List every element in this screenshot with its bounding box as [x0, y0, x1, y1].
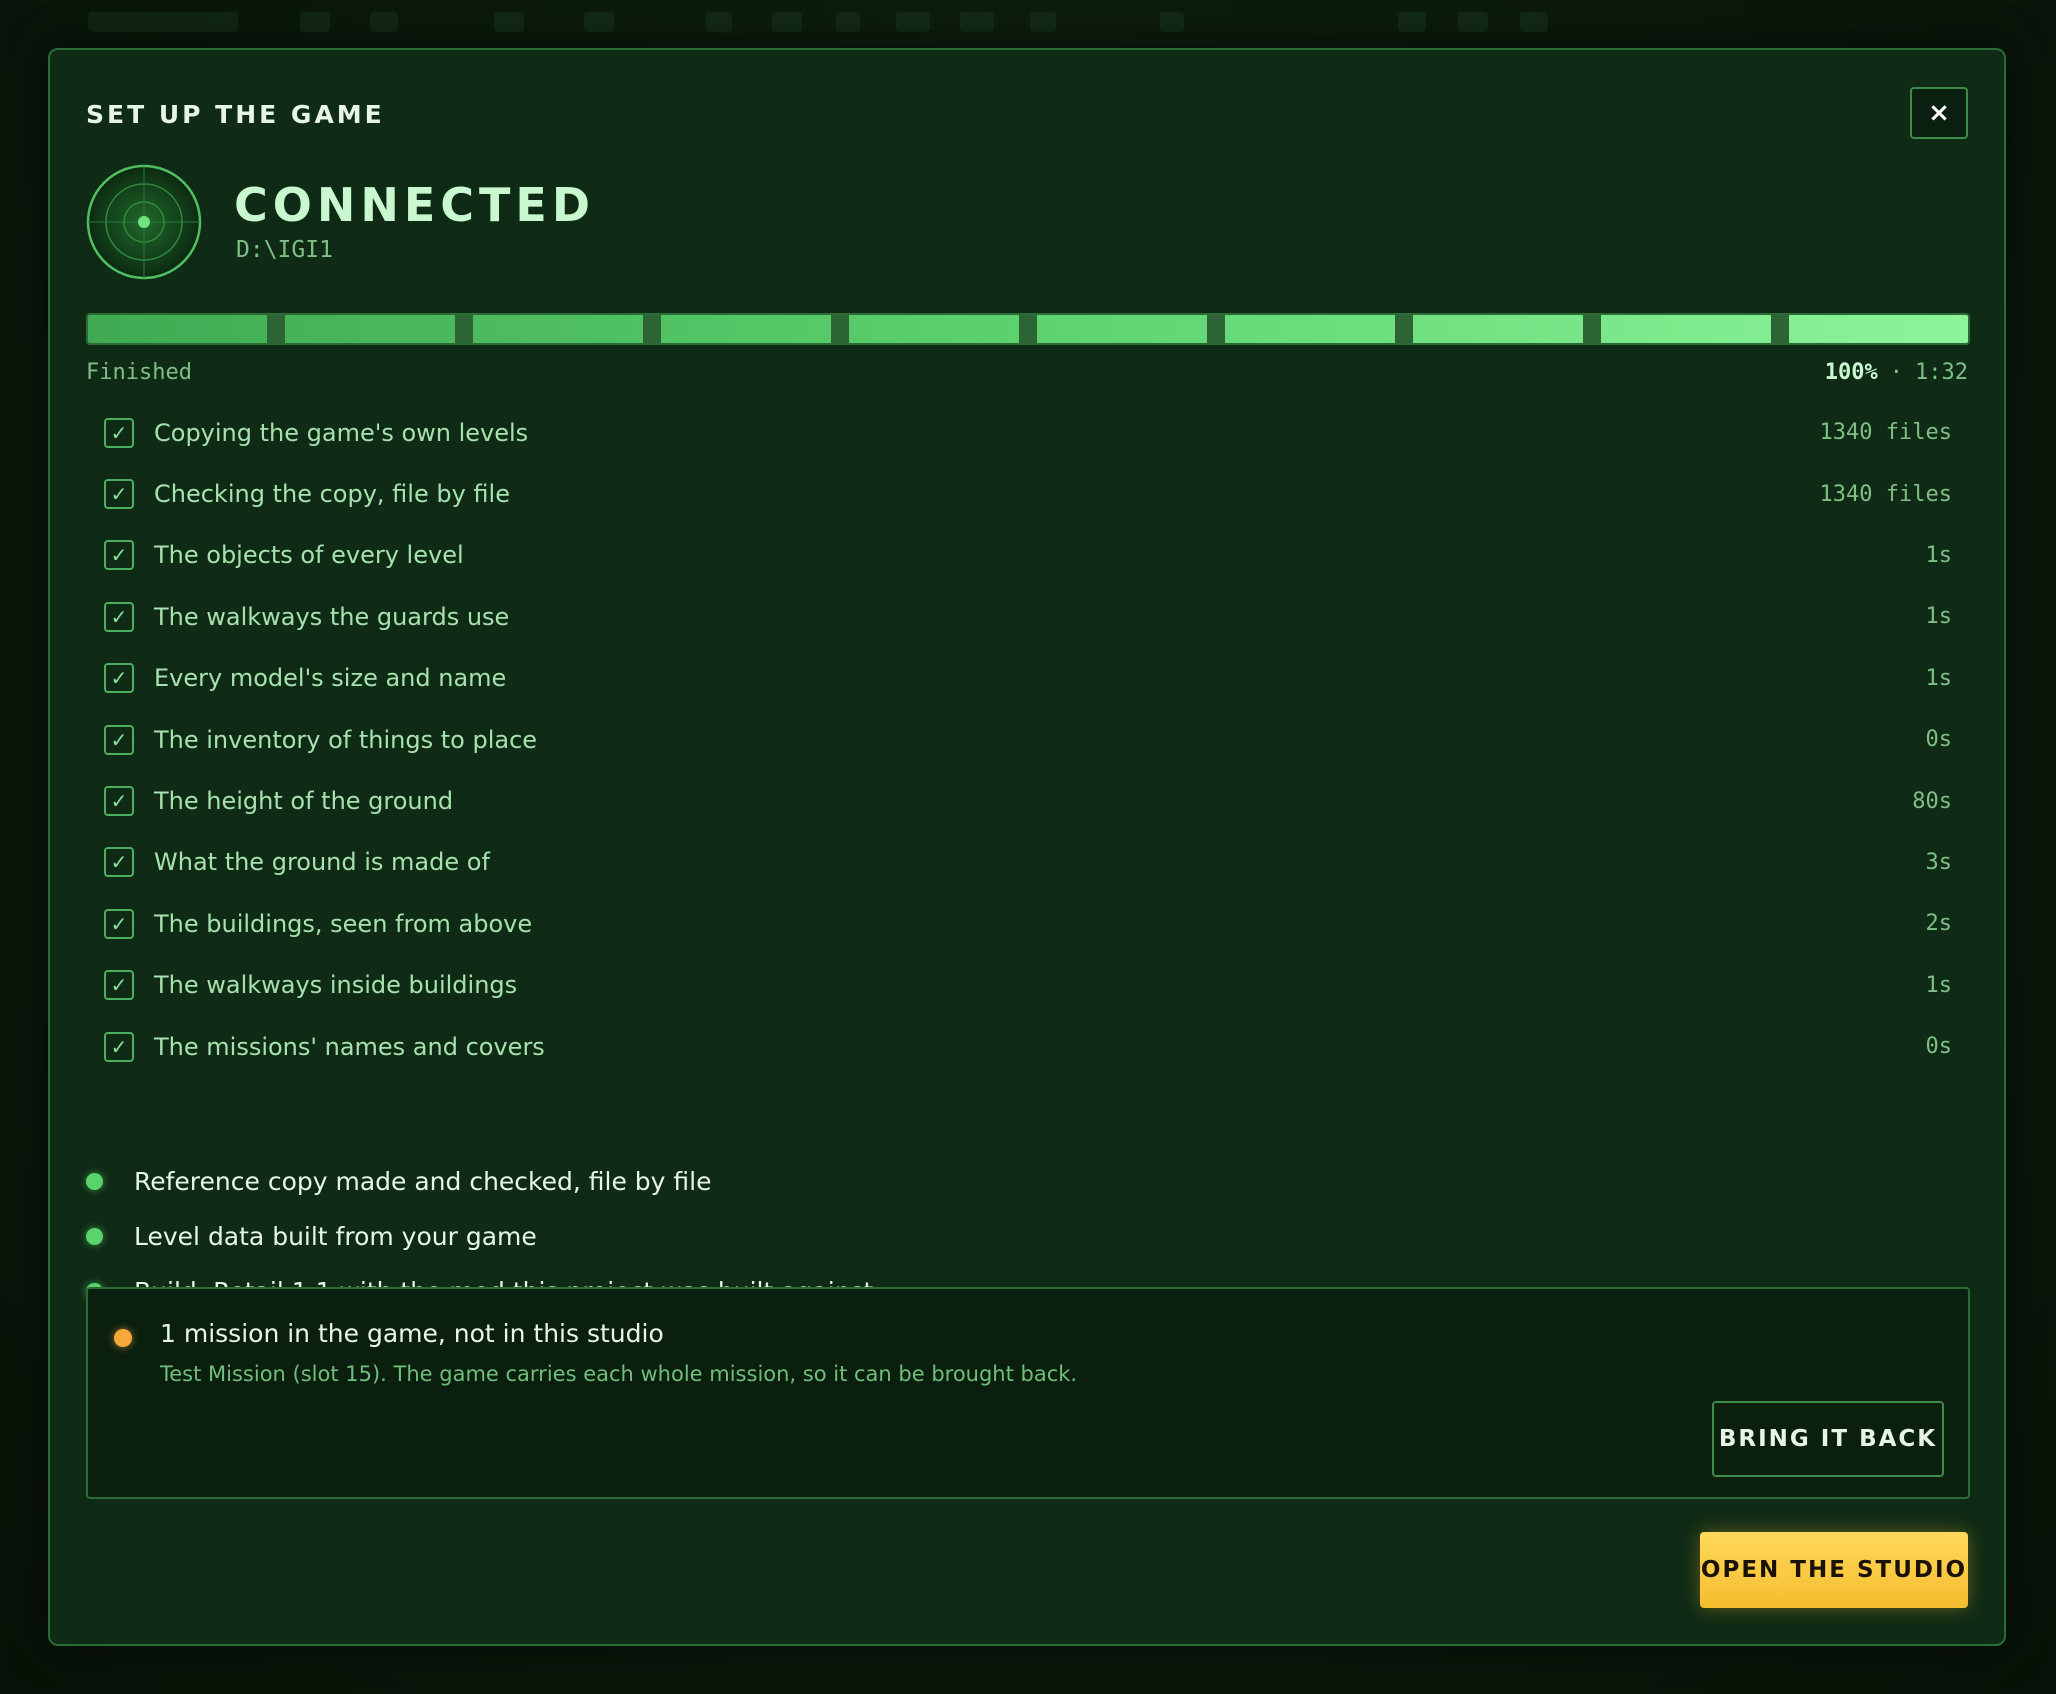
notice-title: 1 mission in the game, not in this studi…	[160, 1319, 664, 1348]
step-item: ✓ The objects of every level 1s	[86, 525, 1952, 586]
step-item: ✓ The walkways the guards use 1s	[86, 586, 1952, 647]
progress-segment-gap	[455, 315, 473, 343]
summary-text: Reference copy made and checked, file by…	[134, 1167, 712, 1196]
open-studio-button[interactable]: OPEN THE STUDIO	[1700, 1532, 1968, 1608]
step-item: ✓ Checking the copy, file by file 1340 f…	[86, 463, 1952, 524]
step-label: The missions' names and covers	[154, 1032, 545, 1061]
step-value: 3s	[1925, 849, 1953, 875]
radar-icon	[86, 164, 202, 280]
game-path: D:\IGI1	[236, 237, 333, 263]
toolbar-item	[960, 12, 994, 32]
toolbar-item	[772, 12, 802, 32]
toolbar-item	[1458, 12, 1488, 32]
connection-status: CONNECTED	[234, 178, 596, 232]
status-dot-icon	[86, 1228, 103, 1245]
toolbar-item	[1398, 12, 1426, 32]
step-label: The walkways inside buildings	[154, 971, 518, 1000]
close-button[interactable]: ×	[1910, 87, 1968, 139]
step-item: ✓ The height of the ground 80s	[86, 770, 1952, 831]
missing-mission-notice: 1 mission in the game, not in this studi…	[86, 1287, 1970, 1499]
checkbox-checked-icon: ✓	[104, 970, 134, 1001]
progress-percent: 100%	[1824, 360, 1878, 385]
warning-dot-icon	[114, 1329, 132, 1347]
step-value: 1340 files	[1819, 481, 1952, 507]
checkbox-checked-icon: ✓	[104, 479, 134, 510]
checkbox-checked-icon: ✓	[104, 908, 134, 939]
toolbar-item	[584, 12, 614, 32]
step-item: ✓ Every model's size and name 1s	[86, 648, 1952, 709]
step-value: 80s	[1912, 788, 1952, 814]
step-label: The objects of every level	[154, 541, 464, 570]
progress-bar	[86, 313, 1970, 345]
setup-game-dialog: SET UP THE GAME × CONNECTED D:\IGI1 Fini…	[48, 48, 2006, 1646]
summary-text: Level data built from your game	[134, 1222, 537, 1251]
step-item: ✓ What the ground is made of 3s	[86, 832, 1952, 893]
checkbox-checked-icon: ✓	[104, 417, 134, 448]
checkbox-checked-icon: ✓	[104, 1031, 134, 1062]
checkbox-checked-icon: ✓	[104, 663, 134, 694]
progress-segment-gap	[1771, 315, 1789, 343]
step-label: Copying the game's own levels	[154, 418, 529, 447]
checkbox-checked-icon: ✓	[104, 847, 134, 878]
background-toolbar	[0, 0, 2056, 44]
step-item: ✓ The missions' names and covers 0s	[86, 1016, 1952, 1077]
toolbar-item	[1160, 12, 1184, 32]
progress-status: Finished	[86, 360, 192, 385]
bring-it-back-button[interactable]: BRING IT BACK	[1712, 1401, 1944, 1477]
summary-item: Reference copy made and checked, file by…	[86, 1154, 1952, 1209]
toolbar-item	[1030, 12, 1056, 32]
progress-separator: ·	[1889, 360, 1904, 385]
close-icon: ×	[1928, 98, 1950, 128]
toolbar-item	[896, 12, 930, 32]
elapsed-time: 1:32	[1915, 360, 1968, 385]
checkbox-checked-icon: ✓	[104, 540, 134, 571]
progress-segment-gap	[1019, 315, 1037, 343]
step-value: 2s	[1925, 911, 1953, 937]
progress-segment-gap	[831, 315, 849, 343]
step-value: 1s	[1925, 972, 1953, 998]
status-dot-icon	[86, 1173, 103, 1190]
step-item: ✓ The walkways inside buildings 1s	[86, 955, 1952, 1016]
summary-item: Level data built from your game	[86, 1209, 1952, 1264]
step-value: 1s	[1925, 604, 1953, 630]
toolbar-item	[494, 12, 524, 32]
step-item: ✓ The inventory of things to place 0s	[86, 709, 1952, 770]
step-list: ✓ Copying the game's own levels 1340 fil…	[86, 402, 1952, 1077]
checkbox-checked-icon: ✓	[104, 601, 134, 632]
dialog-title: SET UP THE GAME	[86, 100, 385, 129]
step-label: Every model's size and name	[154, 664, 507, 693]
checkbox-checked-icon: ✓	[104, 786, 134, 817]
toolbar-item	[706, 12, 732, 32]
step-item: ✓ The buildings, seen from above 2s	[86, 893, 1952, 954]
step-label: The walkways the guards use	[154, 602, 510, 631]
step-label: The height of the ground	[154, 787, 454, 816]
toolbar-item	[1520, 12, 1548, 32]
progress-segment-gap	[267, 315, 285, 343]
step-label: Checking the copy, file by file	[154, 480, 510, 509]
progress-segment-gap	[1395, 315, 1413, 343]
notice-description: Test Mission (slot 15). The game carries…	[160, 1362, 1078, 1386]
progress-summary: 100% · 1:32	[1825, 360, 1968, 385]
progress-segment-gap	[1207, 315, 1225, 343]
progress-segment-gap	[1583, 315, 1601, 343]
toolbar-item	[836, 12, 860, 32]
checkbox-checked-icon: ✓	[104, 724, 134, 755]
toolbar-item	[370, 12, 398, 32]
step-label: What the ground is made of	[154, 848, 490, 877]
step-value: 1340 files	[1819, 420, 1952, 446]
toolbar-item	[88, 12, 238, 32]
step-value: 1s	[1925, 542, 1953, 568]
step-value: 1s	[1925, 665, 1953, 691]
step-item: ✓ Copying the game's own levels 1340 fil…	[86, 402, 1952, 463]
progress-segment-gap	[643, 315, 661, 343]
toolbar-item	[300, 12, 330, 32]
step-value: 0s	[1925, 1034, 1953, 1060]
step-label: The inventory of things to place	[154, 725, 538, 754]
step-value: 0s	[1925, 727, 1953, 753]
step-label: The buildings, seen from above	[154, 909, 533, 938]
